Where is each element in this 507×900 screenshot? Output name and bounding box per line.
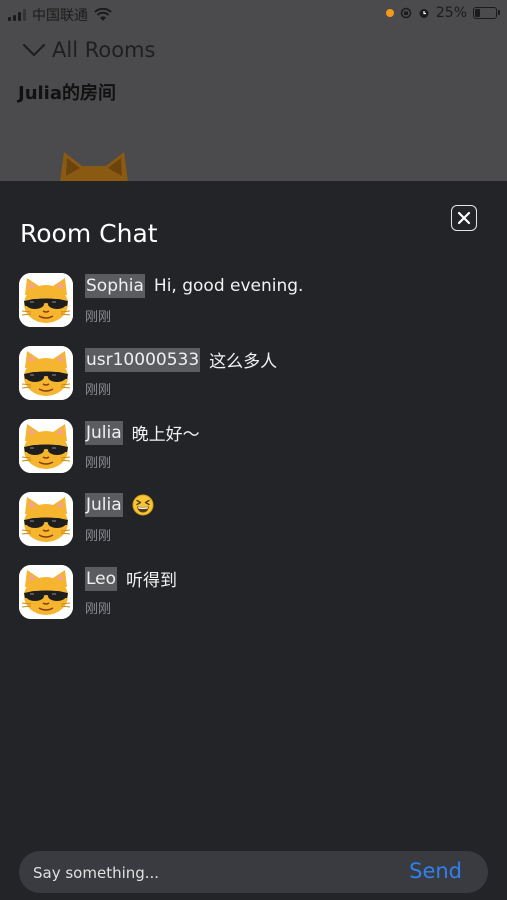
all-rooms-label: All Rooms bbox=[52, 38, 156, 62]
battery-percent: 25% bbox=[435, 5, 467, 21]
message-line: Leo 听得到 bbox=[85, 566, 177, 591]
message-line: Sophia Hi, good evening. bbox=[85, 274, 303, 298]
username[interactable]: Julia bbox=[85, 420, 123, 445]
avatar[interactable] bbox=[19, 565, 73, 619]
cat-sunglasses-icon bbox=[19, 565, 73, 619]
username[interactable]: Sophia bbox=[85, 274, 145, 298]
battery-fill bbox=[475, 9, 480, 17]
panel-title: Room Chat bbox=[20, 219, 158, 248]
message-time: 刚刚 bbox=[85, 529, 112, 544]
cat-sunglasses-icon bbox=[19, 419, 73, 473]
avatar[interactable] bbox=[19, 346, 73, 400]
message-text: Hi, good evening. bbox=[153, 276, 304, 296]
username[interactable]: Leo bbox=[85, 566, 118, 591]
username[interactable]: usr10000533 bbox=[85, 347, 201, 372]
cat-sunglasses-icon bbox=[19, 346, 73, 400]
avatar[interactable] bbox=[19, 419, 73, 473]
message-item: Sophia Hi, good evening. 刚刚 bbox=[19, 273, 489, 333]
avatar[interactable] bbox=[19, 273, 73, 327]
message-input-bar: Send bbox=[19, 851, 488, 895]
message-item: Julia 刚刚 bbox=[19, 492, 489, 552]
message-text: 这么多人 bbox=[209, 352, 278, 372]
alarm-icon bbox=[419, 9, 429, 18]
room-name: Julia的房间 bbox=[18, 83, 116, 104]
grinning-squinting-face-icon bbox=[132, 494, 154, 516]
message-time: 刚刚 bbox=[85, 456, 112, 471]
signal-icon bbox=[8, 9, 26, 21]
status-bar: 中国联通 25% bbox=[0, 0, 507, 28]
close-icon bbox=[457, 211, 471, 225]
mic-in-use-indicator bbox=[385, 9, 394, 17]
message-time: 刚刚 bbox=[85, 383, 112, 398]
message-item: Julia 晚上好～ 刚刚 bbox=[19, 419, 489, 479]
room-chat-panel: Room Chat Sophia Hi, good evening. 刚刚 us… bbox=[0, 181, 507, 900]
cat-sunglasses-icon bbox=[19, 492, 73, 546]
message-text: 晚上好～ bbox=[131, 425, 200, 445]
message-line: usr10000533 这么多人 bbox=[85, 347, 277, 372]
message-input[interactable] bbox=[31, 851, 395, 895]
battery-icon bbox=[473, 7, 500, 19]
username[interactable]: Julia bbox=[85, 493, 123, 517]
orientation-lock-icon bbox=[400, 7, 412, 19]
chevron-down-icon bbox=[22, 43, 46, 57]
cat-sunglasses-icon bbox=[19, 273, 73, 327]
message-line: Julia bbox=[85, 493, 154, 517]
status-right: 25% bbox=[385, 5, 500, 21]
message-time: 刚刚 bbox=[85, 310, 112, 325]
avatar[interactable] bbox=[19, 492, 73, 546]
carrier-label: 中国联通 bbox=[32, 8, 88, 24]
status-left: 中国联通 bbox=[8, 5, 112, 25]
close-button[interactable] bbox=[451, 205, 477, 231]
message-text: 听得到 bbox=[126, 571, 178, 591]
message-item: Leo 听得到 刚刚 bbox=[19, 565, 489, 625]
message-item: usr10000533 这么多人 刚刚 bbox=[19, 346, 489, 406]
message-time: 刚刚 bbox=[85, 602, 112, 617]
send-button[interactable]: Send bbox=[409, 859, 462, 883]
all-rooms-toggle[interactable]: All Rooms bbox=[22, 38, 155, 62]
message-line: Julia 晚上好～ bbox=[85, 420, 200, 445]
wifi-icon bbox=[94, 8, 112, 21]
